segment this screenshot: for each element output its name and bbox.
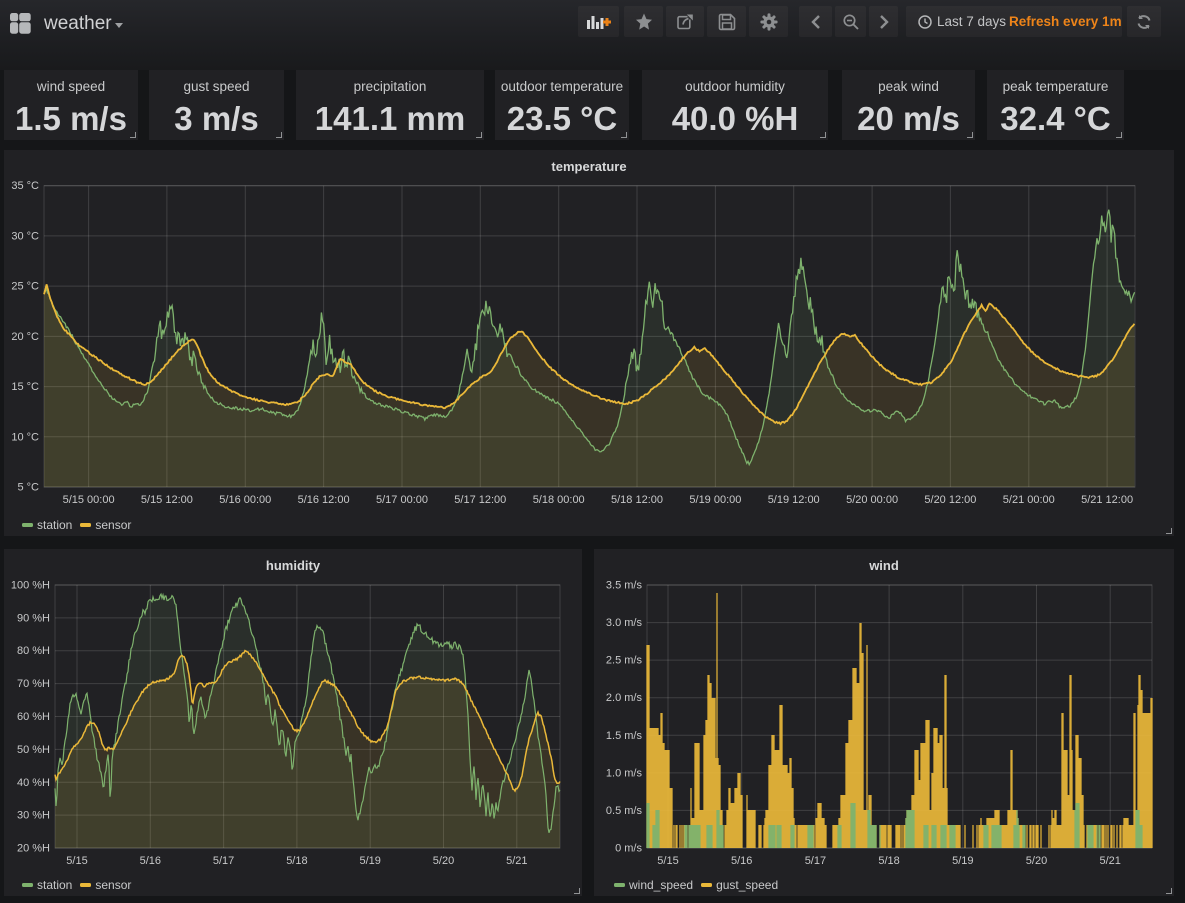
svg-text:5/16: 5/16 <box>731 855 752 867</box>
svg-text:5/15: 5/15 <box>657 855 678 867</box>
svg-text:5/19 00:00: 5/19 00:00 <box>689 494 741 506</box>
svg-text:5/18 12:00: 5/18 12:00 <box>611 494 663 506</box>
svg-text:25 °C: 25 °C <box>11 281 39 293</box>
svg-text:5/15 00:00: 5/15 00:00 <box>63 494 115 506</box>
svg-text:3.5 m/s: 3.5 m/s <box>606 580 643 592</box>
svg-text:5/18: 5/18 <box>286 855 307 867</box>
svg-text:5/20: 5/20 <box>1026 855 1047 867</box>
svg-text:5/16 00:00: 5/16 00:00 <box>219 494 271 506</box>
svg-text:3.0 m/s: 3.0 m/s <box>606 617 643 629</box>
svg-text:5/17 12:00: 5/17 12:00 <box>454 494 506 506</box>
svg-text:20 °C: 20 °C <box>11 331 39 343</box>
svg-text:50 %H: 50 %H <box>17 744 50 756</box>
svg-text:5/21 12:00: 5/21 12:00 <box>1081 494 1133 506</box>
svg-text:5/17: 5/17 <box>213 855 234 867</box>
svg-text:5/19: 5/19 <box>359 855 380 867</box>
svg-text:5 °C: 5 °C <box>17 482 39 494</box>
svg-text:5/16 12:00: 5/16 12:00 <box>298 494 350 506</box>
svg-text:5/19 12:00: 5/19 12:00 <box>768 494 820 506</box>
svg-text:5/17: 5/17 <box>805 855 826 867</box>
svg-text:5/15: 5/15 <box>66 855 87 867</box>
svg-text:10 °C: 10 °C <box>11 431 39 443</box>
svg-text:5/20: 5/20 <box>433 855 454 867</box>
svg-text:60 %H: 60 %H <box>17 711 50 723</box>
svg-text:0.5 m/s: 0.5 m/s <box>606 805 643 817</box>
svg-text:0 m/s: 0 m/s <box>615 843 642 855</box>
svg-text:80 %H: 80 %H <box>17 645 50 657</box>
svg-text:5/19: 5/19 <box>952 855 973 867</box>
svg-text:70 %H: 70 %H <box>17 678 50 690</box>
svg-text:5/21 00:00: 5/21 00:00 <box>1003 494 1055 506</box>
svg-text:40 %H: 40 %H <box>17 777 50 789</box>
svg-text:2.5 m/s: 2.5 m/s <box>606 655 643 667</box>
svg-text:5/21: 5/21 <box>1099 855 1120 867</box>
svg-text:5/18 00:00: 5/18 00:00 <box>533 494 585 506</box>
svg-text:20 %H: 20 %H <box>17 843 50 855</box>
svg-text:1.0 m/s: 1.0 m/s <box>606 767 643 779</box>
svg-text:15 °C: 15 °C <box>11 381 39 393</box>
svg-text:2.0 m/s: 2.0 m/s <box>606 692 643 704</box>
svg-text:5/18: 5/18 <box>878 855 899 867</box>
svg-text:100 %H: 100 %H <box>11 580 50 592</box>
svg-text:30 °C: 30 °C <box>11 230 39 242</box>
svg-text:30 %H: 30 %H <box>17 810 50 822</box>
svg-text:5/16: 5/16 <box>140 855 161 867</box>
svg-text:5/15 12:00: 5/15 12:00 <box>141 494 193 506</box>
svg-text:5/20 00:00: 5/20 00:00 <box>846 494 898 506</box>
svg-text:90 %H: 90 %H <box>17 612 50 624</box>
svg-text:5/17 00:00: 5/17 00:00 <box>376 494 428 506</box>
svg-text:5/20 12:00: 5/20 12:00 <box>924 494 976 506</box>
svg-text:35 °C: 35 °C <box>11 180 39 192</box>
svg-text:1.5 m/s: 1.5 m/s <box>606 730 643 742</box>
svg-text:5/21: 5/21 <box>506 855 527 867</box>
